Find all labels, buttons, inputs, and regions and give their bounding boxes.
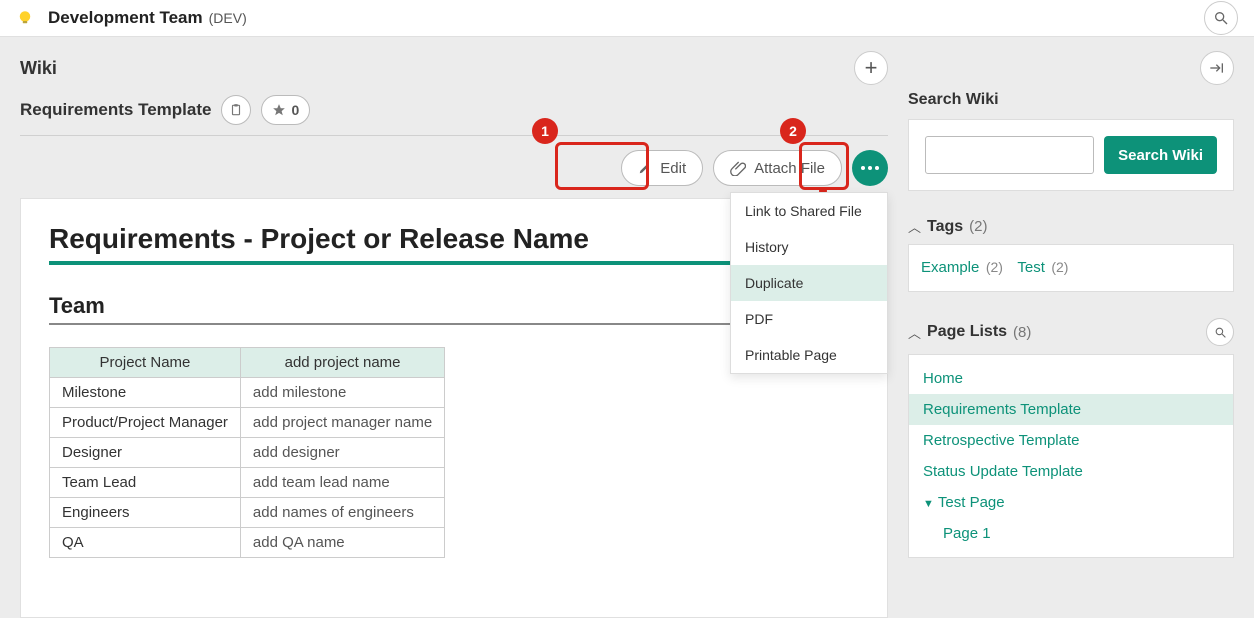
table-cell: add milestone <box>240 378 444 408</box>
tag-count: (2) <box>1051 259 1068 275</box>
search-wiki-input[interactable] <box>925 136 1094 174</box>
wiki-heading: Wiki <box>20 58 57 79</box>
page-list-item[interactable]: Status Update Template <box>909 456 1233 487</box>
tag-link[interactable]: Example <box>921 259 979 276</box>
top-bar: Development Team (DEV) <box>0 0 1254 37</box>
page-list-item[interactable]: Home <box>909 363 1233 394</box>
dropdown-duplicate[interactable]: Duplicate <box>731 265 887 301</box>
add-page-button[interactable]: + <box>854 51 888 85</box>
arrow-right-bar-icon <box>1209 60 1225 76</box>
expand-sidebar-button[interactable] <box>1200 51 1234 85</box>
team-code: (DEV) <box>209 10 247 26</box>
page-lists-search-button[interactable] <box>1206 318 1234 346</box>
page-title: Requirements Template <box>20 100 211 120</box>
search-wiki-button[interactable]: Search Wiki <box>1104 136 1217 174</box>
clipboard-icon <box>229 103 243 117</box>
table-cell: QA <box>50 528 241 558</box>
table-row: Team Leadadd team lead name <box>50 468 445 498</box>
page-lists-panel: HomeRequirements TemplateRetrospective T… <box>908 354 1234 558</box>
edit-button[interactable]: Edit <box>621 150 703 186</box>
page-list-item[interactable]: ▼Test Page <box>909 487 1233 518</box>
page-list-item[interactable]: Retrospective Template <box>909 425 1233 456</box>
tags-panel: Example (2) Test (2) <box>908 244 1234 292</box>
star-count: 0 <box>291 102 299 118</box>
table-row: Milestoneadd milestone <box>50 378 445 408</box>
star-button[interactable]: 0 <box>261 95 310 125</box>
star-icon <box>272 103 286 117</box>
table-cell: add QA name <box>240 528 444 558</box>
chevron-up-icon: ︿ <box>908 217 921 236</box>
more-actions-dropdown: Link to Shared File History Duplicate PD… <box>730 192 888 374</box>
table-cell: Product/Project Manager <box>50 408 241 438</box>
table-row: Engineersadd names of engineers <box>50 498 445 528</box>
team-table: Project Name add project name Milestonea… <box>49 347 445 558</box>
attach-file-button[interactable]: Attach File <box>713 150 842 186</box>
plus-icon: + <box>865 55 878 81</box>
pencil-icon <box>638 161 652 175</box>
page-lists-header[interactable]: ︿ Page Lists (8) <box>908 318 1234 346</box>
table-row: Designeradd designer <box>50 438 445 468</box>
action-toolbar: Edit Attach File 1 2 Link to Shared File… <box>20 136 888 198</box>
table-cell: add designer <box>240 438 444 468</box>
paperclip-icon <box>730 160 746 176</box>
chevron-up-icon: ︿ <box>908 323 921 342</box>
page-list-item[interactable]: Page 1 <box>909 518 1233 549</box>
tag-link[interactable]: Test <box>1017 259 1045 276</box>
search-wiki-title: Search Wiki <box>908 91 1234 109</box>
table-cell: add team lead name <box>240 468 444 498</box>
table-cell: add project manager name <box>240 408 444 438</box>
dropdown-printable-page[interactable]: Printable Page <box>731 337 887 373</box>
search-wiki-panel: Search Wiki <box>908 119 1234 191</box>
dots-icon <box>861 166 865 170</box>
caret-down-icon: ▼ <box>923 498 934 510</box>
dropdown-history[interactable]: History <box>731 229 887 265</box>
table-header: add project name <box>240 348 444 378</box>
table-cell: add names of engineers <box>240 498 444 528</box>
global-search-button[interactable] <box>1204 1 1238 35</box>
table-cell: Team Lead <box>50 468 241 498</box>
page-list-item[interactable]: Requirements Template <box>909 394 1233 425</box>
dropdown-pdf[interactable]: PDF <box>731 301 887 337</box>
clipboard-button[interactable] <box>221 95 251 125</box>
dropdown-link-shared-file[interactable]: Link to Shared File <box>731 193 887 229</box>
lightbulb-icon <box>16 9 48 27</box>
table-cell: Milestone <box>50 378 241 408</box>
more-actions-button[interactable] <box>852 150 888 186</box>
search-icon <box>1214 326 1227 339</box>
table-row: QAadd QA name <box>50 528 445 558</box>
tag-count: (2) <box>986 259 1003 275</box>
search-icon <box>1213 10 1229 26</box>
table-cell: Designer <box>50 438 241 468</box>
tags-header[interactable]: ︿ Tags (2) <box>908 217 1234 236</box>
table-header: Project Name <box>50 348 241 378</box>
table-cell: Engineers <box>50 498 241 528</box>
table-row: Product/Project Manageradd project manag… <box>50 408 445 438</box>
team-name: Development Team <box>48 8 203 28</box>
